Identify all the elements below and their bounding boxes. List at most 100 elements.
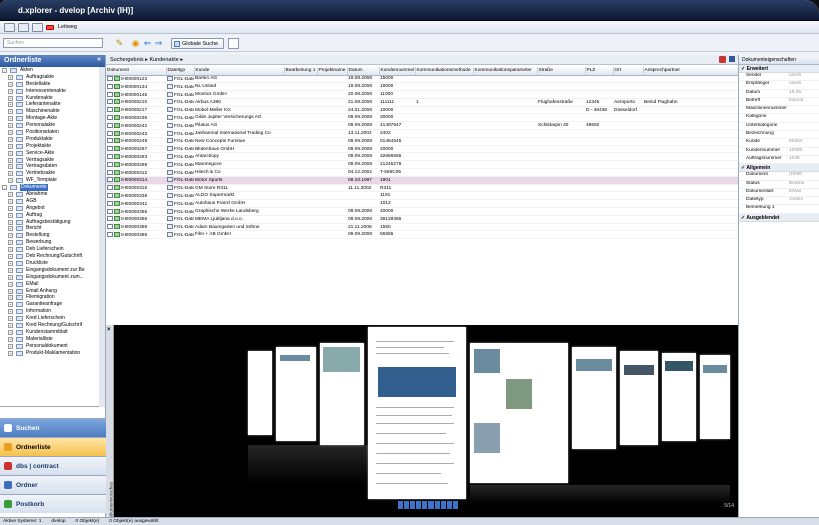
property-row[interactable]: Kundennummer 10000 — [739, 148, 819, 156]
expand-icon[interactable]: + — [8, 336, 13, 342]
wand-icon[interactable]: ✎ — [114, 38, 125, 49]
expand-icon[interactable]: + — [8, 143, 13, 149]
expand-icon[interactable]: + — [8, 74, 13, 80]
column-header[interactable]: Datum — [347, 67, 380, 76]
expand-icon[interactable]: + — [8, 136, 13, 142]
tree-node[interactable]: + Abnahme — [0, 191, 106, 198]
property-row[interactable]: Bezeichnung — [739, 131, 819, 140]
tree-node[interactable]: + Deb Lieferschein — [0, 246, 106, 253]
expand-icon[interactable]: + — [8, 240, 13, 246]
table-row[interactable]: IH00000242 FOL-Datei Pilatus AG 09.09.2008 4… — [106, 121, 738, 131]
property-row[interactable]: Maschinennummer — [739, 106, 819, 115]
expand-icon[interactable]: + — [8, 171, 13, 177]
expand-icon[interactable]: + — [8, 329, 13, 335]
table-row[interactable]: IH00000356 FOL-Datei MEMA Ljubljana d.o.o.… — [106, 215, 738, 224]
route-icon[interactable] — [46, 24, 54, 30]
tree-node[interactable]: + Montage-Akte — [0, 115, 106, 122]
column-header[interactable]: Kunde — [194, 67, 285, 76]
expand-icon[interactable]: + — [8, 288, 13, 294]
preview-page[interactable] — [662, 353, 696, 441]
column-header[interactable]: PLZ — [585, 67, 614, 76]
property-row[interactable]: Bemerkung 1 — [739, 205, 819, 214]
tree-node[interactable]: + Lieferantenakte — [0, 101, 106, 108]
nav-button[interactable]: Ordner — [0, 475, 106, 494]
expand-icon[interactable]: + — [8, 281, 13, 287]
property-row[interactable]: Datum 18.06. — [739, 90, 819, 98]
tree-node[interactable]: + Kred Lieferschein — [0, 315, 106, 322]
expand-icon[interactable]: + — [8, 123, 13, 129]
tree-node[interactable]: + Bestellung — [0, 232, 106, 239]
tree-node[interactable]: + Garantieanfrage — [0, 301, 106, 308]
expand-icon[interactable]: + — [8, 343, 13, 349]
expand-icon[interactable]: + — [8, 350, 13, 356]
property-row[interactable]: Unterkategorie — [739, 123, 819, 132]
property-row[interactable]: Status Bearbe — [739, 181, 819, 189]
back-icon[interactable] — [4, 22, 15, 32]
tree-node[interactable]: + Eingangsdokument zur Be — [0, 267, 106, 274]
expand-icon[interactable]: + — [8, 309, 13, 315]
expand-icon[interactable]: - — [2, 185, 7, 191]
tree-node[interactable]: + Bericht — [0, 225, 106, 232]
tree-node[interactable]: + Vertriebsakte — [0, 170, 106, 177]
preview-page[interactable] — [470, 343, 568, 483]
preview-page[interactable] — [572, 347, 616, 449]
print-icon[interactable] — [32, 22, 43, 32]
expand-icon[interactable]: + — [8, 247, 13, 253]
close-icon[interactable]: × — [107, 327, 111, 333]
table-row[interactable]: IH00000249 FOL-Datei New Concepts Furnitue… — [106, 137, 738, 146]
view-icon[interactable] — [18, 22, 29, 32]
property-row[interactable]: Sender user5 — [739, 73, 819, 82]
table-row[interactable]: IH00000298 FOL-Datei Maronegoce 09.09.2008 2… — [106, 160, 738, 170]
tree-node[interactable]: + Personalakte — [0, 122, 106, 129]
tree-scrollbar[interactable] — [99, 67, 105, 407]
column-header[interactable]: Ansprechpartner — [643, 67, 738, 76]
table-row[interactable]: IH00000210 FOL-Datei Airbus A380 21.08.2008… — [106, 98, 738, 107]
column-header[interactable]: Straße — [537, 67, 586, 76]
column-header[interactable]: Projektname — [317, 67, 348, 76]
expand-icon[interactable]: + — [8, 102, 13, 108]
tree-node[interactable]: + Materialliste — [0, 336, 106, 343]
nav-button[interactable]: Suchen — [0, 418, 106, 437]
tree-node[interactable]: + Deb Rechnung/Gutschrift — [0, 253, 106, 260]
table-row[interactable]: IH00000145 FOL-Datei Montics GmbH 20.08.200… — [106, 90, 738, 99]
table-row[interactable]: IH00000217 FOL-Datei Mobel-Meller KG 24.01.… — [106, 106, 738, 115]
tree-node[interactable]: + Projektakte — [0, 143, 106, 150]
column-header[interactable]: Kommunikationsmethode — [415, 67, 474, 76]
nav-button[interactable]: Postkorb — [0, 494, 106, 513]
expand-icon[interactable]: + — [8, 95, 13, 101]
table-row[interactable]: IH00000341 FOL-Datei Autohaus Franzl GmbH 1… — [106, 199, 738, 209]
property-row[interactable]: Dateityp Outloo — [739, 197, 819, 206]
new-doc-icon[interactable] — [228, 38, 239, 49]
expand-icon[interactable]: + — [8, 164, 13, 170]
expand-icon[interactable]: + — [8, 81, 13, 87]
expand-icon[interactable]: + — [8, 260, 13, 266]
table-row[interactable]: IH00000243 FOL-Datei Jashanmal Internation… — [106, 129, 738, 138]
tree-node[interactable]: - Akten — [0, 67, 106, 74]
column-header[interactable]: Dateityp — [166, 67, 195, 76]
prev-icon[interactable]: ⇐ — [142, 38, 153, 49]
property-row[interactable]: Empfänger user5 — [739, 81, 819, 90]
tree-node[interactable]: + Kundenstammblatt — [0, 329, 106, 336]
expand-icon[interactable]: + — [8, 109, 13, 115]
tree-node[interactable]: + Kred Rechnung/Gutschrif — [0, 322, 106, 329]
table-row[interactable]: IH00000134 FOL-Datei NL United 19.08.2008 19… — [106, 82, 738, 92]
tree-node[interactable]: + AGB — [0, 198, 106, 205]
expand-icon[interactable]: + — [8, 116, 13, 122]
search-input[interactable]: Suchen — [3, 38, 103, 48]
expand-icon[interactable]: + — [8, 274, 13, 280]
expand-icon[interactable]: + — [8, 233, 13, 239]
preview-page[interactable] — [320, 343, 364, 445]
tree-node[interactable]: + Angebot — [0, 205, 106, 212]
back-arrow-icon[interactable]: ◉ — [130, 38, 141, 49]
tree-node[interactable]: + Maschinenakte — [0, 108, 106, 115]
expand-icon[interactable]: + — [8, 192, 13, 198]
table-row[interactable]: IH00000314 FOL-Datei Motor Sports 09.10.199… — [106, 176, 738, 185]
expand-icon[interactable]: + — [8, 219, 13, 225]
expand-icon[interactable]: + — [8, 267, 13, 273]
property-row[interactable]: Auftragsnummer 1038 — [739, 156, 819, 165]
expand-icon[interactable]: + — [8, 88, 13, 94]
tree-node[interactable]: + Information — [0, 308, 106, 315]
property-section[interactable]: ✓ Ausgeblendet — [739, 213, 819, 222]
column-header[interactable]: Dokument — [106, 67, 167, 76]
tree-node[interactable]: + Eingangsdokument zum... — [0, 274, 106, 281]
